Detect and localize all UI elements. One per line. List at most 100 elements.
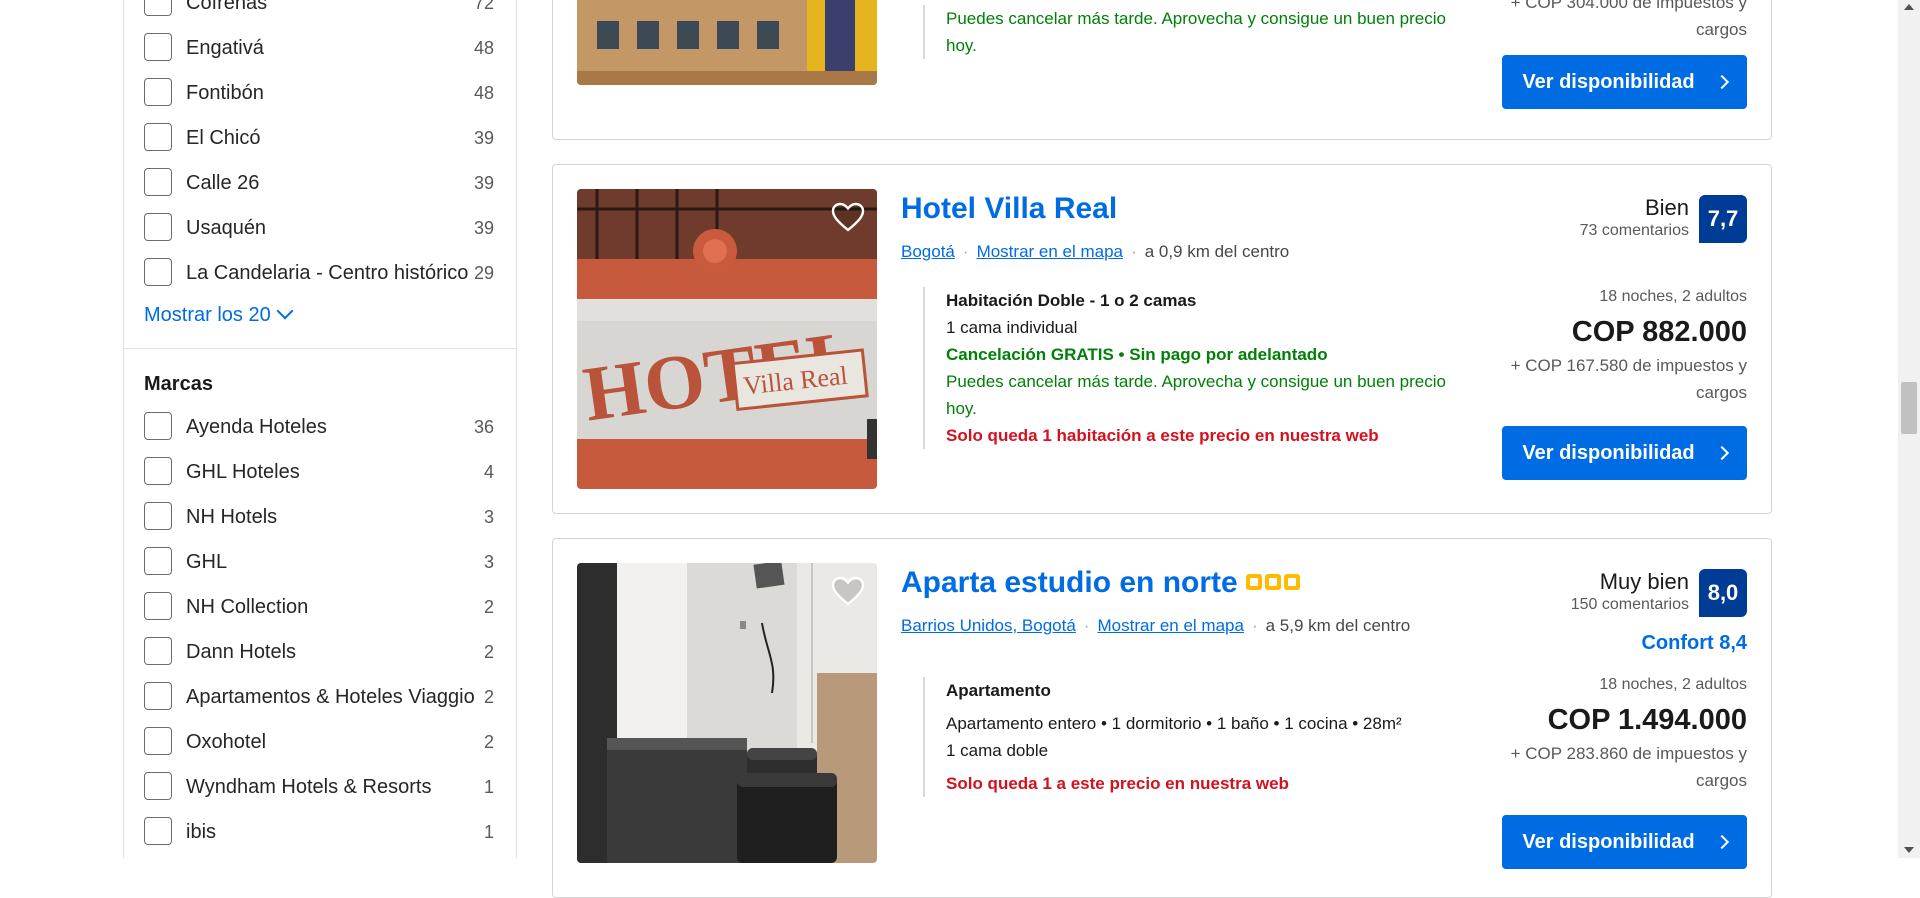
hotel-photo[interactable]: HOTEL Villa Real	[577, 189, 877, 489]
see-availability-button[interactable]: Ver disponibilidad	[1502, 426, 1747, 480]
brands-section-title: Marcas	[144, 373, 213, 395]
filter-checkbox[interactable]	[144, 33, 172, 61]
filter-option-label: GHL	[186, 551, 228, 573]
stay-duration: 18 noches, 2 adultos	[1599, 676, 1747, 693]
filter-option[interactable]: ibis 1	[144, 816, 494, 848]
city-link[interactable]: Barrios Unidos, Bogotá	[901, 616, 1076, 635]
filter-option[interactable]: Engativá 48	[144, 32, 494, 64]
room-title: Apartamento	[946, 681, 1051, 700]
filter-checkbox[interactable]	[144, 168, 172, 196]
scroll-up-arrow-icon[interactable]	[1904, 4, 1914, 10]
score-badge-wrap[interactable]: 8,0	[1699, 569, 1747, 617]
filter-option-count: 1	[483, 822, 494, 842]
filter-option-label: ibis	[186, 821, 217, 843]
filter-option-label: Engativá	[186, 37, 264, 59]
filter-option[interactable]: Calle 26 39	[144, 167, 494, 199]
stay-duration: 18 noches, 2 adultos	[1599, 288, 1747, 305]
review-summary[interactable]: Bien 73 comentarios	[1580, 195, 1689, 241]
star-icon	[1245, 574, 1262, 591]
hotel-name-link[interactable]: Aparta estudio en norte	[901, 566, 1303, 601]
separator-dot: ·	[1251, 616, 1258, 635]
hotel-name-link[interactable]: Hotel Villa Real	[901, 192, 1117, 226]
filter-option-label: Apartamentos & Hoteles Viaggio	[186, 686, 475, 708]
filter-option-count: 2	[483, 597, 494, 617]
filter-option[interactable]: GHL Hoteles 4	[144, 456, 494, 488]
heart-icon[interactable]	[831, 575, 865, 609]
filter-option[interactable]: Apartamentos & Hoteles Viaggio 2	[144, 681, 494, 713]
filter-option-count: 39	[473, 128, 494, 148]
show-on-map-link[interactable]: Mostrar en el mapa	[1098, 616, 1244, 635]
filter-option[interactable]: Cofrenas 72	[144, 0, 494, 19]
see-availability-button[interactable]: Ver disponibilidad	[1502, 55, 1747, 109]
filter-checkbox[interactable]	[144, 78, 172, 106]
filter-option-label: Fontibón	[186, 82, 264, 104]
filter-checkbox[interactable]	[144, 817, 172, 845]
filter-option-count: 39	[473, 173, 494, 193]
filter-checkbox[interactable]	[144, 772, 172, 800]
button-label: Ver disponibilidad	[1522, 70, 1695, 93]
button-label: Ver disponibilidad	[1522, 441, 1695, 464]
filter-option-count: 4	[483, 462, 494, 482]
filter-checkbox[interactable]	[144, 637, 172, 665]
hotel-name: Aparta estudio en norte	[901, 566, 1238, 599]
bed-info: 1 cama doble	[946, 741, 1049, 760]
see-availability-button[interactable]: Ver disponibilidad	[1502, 815, 1747, 869]
scarcity-message: Solo queda 1 a este precio en nuestra we…	[946, 774, 1289, 793]
chevron-right-icon	[1714, 74, 1729, 90]
filter-option[interactable]: Fontibón 48	[144, 77, 494, 109]
filter-checkbox[interactable]	[144, 727, 172, 755]
filter-option-label: La Candelaria - Centro histórico	[186, 262, 469, 284]
filter-checkbox[interactable]	[144, 0, 172, 16]
hotel-photo[interactable]	[577, 563, 877, 863]
filter-checkbox[interactable]	[144, 547, 172, 575]
filter-option[interactable]: NH Hotels 3	[144, 501, 494, 533]
score-badge: 8,0	[1699, 569, 1747, 617]
scrollbar-thumb[interactable]	[1901, 382, 1917, 434]
taxes-text: + COP 283.860 de impuestos y cargos	[1510, 744, 1747, 790]
filter-option-label: Usaquén	[186, 217, 267, 239]
location-line: Barrios Unidos, Bogotá · Mostrar en el map…	[901, 616, 1410, 636]
filter-option-label: NH Collection	[186, 596, 309, 618]
score-badge-wrap[interactable]: 7,7	[1699, 195, 1747, 243]
filter-checkbox[interactable]	[144, 457, 172, 485]
filter-option-label: Calle 26	[186, 172, 260, 194]
filter-option-count: 2	[483, 642, 494, 662]
filter-option-count: 29	[473, 263, 494, 283]
filter-option-count: 2	[483, 732, 494, 752]
show-on-map-link[interactable]: Mostrar en el mapa	[977, 242, 1123, 261]
cancel-later-text: Puedes cancelar más tarde. Aprovecha y c…	[946, 9, 1446, 55]
filter-option[interactable]: El Chicó 39	[144, 122, 494, 154]
review-summary[interactable]: Muy bien 150 comentarios	[1571, 569, 1689, 615]
filter-option[interactable]: Ayenda Hoteles 36	[144, 411, 494, 443]
show-more-neighborhoods-link[interactable]: Mostrar los 20	[144, 302, 294, 327]
filter-option-count: 3	[483, 552, 494, 572]
page-scrollbar[interactable]	[1898, 0, 1920, 858]
filter-checkbox[interactable]	[144, 258, 172, 286]
chevron-down-icon	[276, 302, 294, 320]
filter-option[interactable]: Dann Hotels 2	[144, 636, 494, 668]
filter-checkbox[interactable]	[144, 123, 172, 151]
filter-checkbox[interactable]	[144, 412, 172, 440]
scroll-down-arrow-icon[interactable]	[1904, 847, 1914, 853]
filter-checkbox[interactable]	[144, 502, 172, 530]
filter-checkbox[interactable]	[144, 682, 172, 710]
button-label: Ver disponibilidad	[1522, 830, 1695, 853]
filter-option[interactable]: Oxohotel 2	[144, 726, 494, 758]
heart-icon[interactable]	[831, 201, 865, 235]
filter-option[interactable]: NH Collection 2	[144, 591, 494, 623]
hotel-photo[interactable]	[577, 0, 877, 85]
filter-option[interactable]: Usaquén 39	[144, 212, 494, 244]
filter-checkbox[interactable]	[144, 592, 172, 620]
filter-option[interactable]: GHL 3	[144, 546, 494, 578]
review-count: 73 comentarios	[1579, 222, 1689, 239]
hotel-card-previous: Puedes cancelar más tarde. Aprovecha y c…	[552, 0, 1772, 140]
filter-option-count: 1	[483, 777, 494, 797]
filter-option-label: Dann Hotels	[186, 641, 297, 663]
filter-option-count: 48	[473, 38, 494, 58]
chevron-right-icon	[1714, 445, 1729, 461]
filter-option[interactable]: Wyndham Hotels & Resorts 1	[144, 771, 494, 803]
filter-option[interactable]: La Candelaria - Centro histórico 29	[144, 257, 494, 289]
filter-option-count: 48	[473, 83, 494, 103]
filter-checkbox[interactable]	[144, 213, 172, 241]
city-link[interactable]: Bogotá	[901, 242, 955, 261]
